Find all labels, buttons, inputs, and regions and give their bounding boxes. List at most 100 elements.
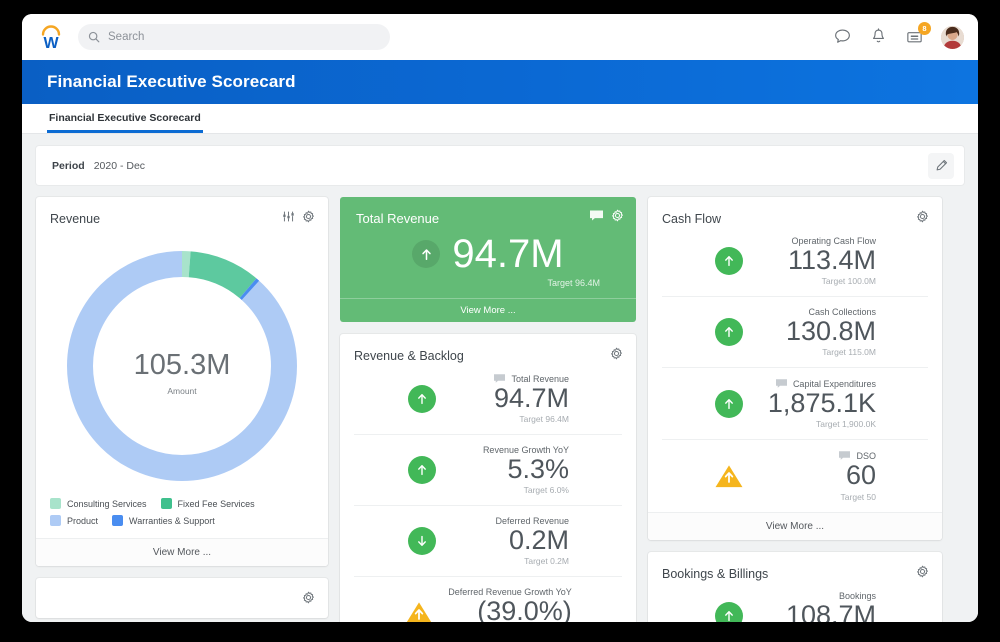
total-revenue-target: Target 96.4M bbox=[340, 278, 636, 298]
search-icon bbox=[88, 31, 100, 43]
kpi-text: Operating Cash Flow 113.4M Target 100.0M bbox=[758, 236, 876, 286]
donut-center-value: 105.3M bbox=[134, 349, 231, 381]
kpi-target: Target 115.0M bbox=[758, 347, 876, 357]
bookings-kpi-list: Bookings 108.7M Target 100.0M Cash % of … bbox=[648, 587, 942, 622]
sliders-icon[interactable] bbox=[282, 210, 295, 228]
total-revenue-header: Total Revenue bbox=[340, 197, 636, 227]
gear-icon[interactable] bbox=[916, 565, 929, 583]
warning-icon bbox=[404, 598, 434, 622]
dashboard-body: Period 2020 - Dec Revenue bbox=[22, 134, 978, 622]
revenue-backlog-kpi-list: Total Revenue 94.7M Target 96.4M bbox=[340, 369, 636, 622]
kpi-row[interactable]: Cash Collections 130.8M Target 115.0M bbox=[662, 296, 928, 367]
kpi-target: Target 6.0% bbox=[451, 485, 569, 495]
revenue-card-actions bbox=[282, 210, 315, 228]
chat-icon[interactable] bbox=[833, 27, 853, 47]
kpi-row[interactable]: Revenue Growth YoY 5.3% Target 6.0% bbox=[354, 434, 622, 505]
tab-bar: Financial Executive Scorecard bbox=[22, 104, 978, 134]
next-card-header bbox=[36, 578, 328, 613]
search-placeholder: Search bbox=[108, 31, 144, 43]
kpi-target: Target 100.0M bbox=[758, 276, 876, 286]
cash-flow-kpi-list: Operating Cash Flow 113.4M Target 100.0M bbox=[648, 232, 942, 512]
kpi-row[interactable]: Deferred Revenue 0.2M Target 0.2M bbox=[354, 505, 622, 576]
legend-item[interactable]: Warranties & Support bbox=[112, 515, 215, 526]
kpi-label: Capital Expenditures bbox=[793, 379, 876, 389]
kpi-label: Total Revenue bbox=[511, 374, 569, 384]
kpi-value: 60 bbox=[846, 460, 876, 490]
kpi-target: Target 50 bbox=[758, 492, 876, 502]
legend-item[interactable]: Fixed Fee Services bbox=[161, 498, 255, 509]
legend-label: Product bbox=[67, 516, 98, 526]
column-left: Revenue bbox=[36, 197, 328, 618]
warning-icon bbox=[714, 461, 744, 491]
kpi-row[interactable]: Total Revenue 94.7M Target 96.4M bbox=[354, 369, 622, 434]
legend-label: Consulting Services bbox=[67, 499, 147, 509]
gear-icon[interactable] bbox=[302, 591, 315, 609]
search-input[interactable]: Search bbox=[78, 24, 390, 50]
kpi-text: Cash Collections 130.8M Target 115.0M bbox=[758, 307, 876, 357]
kpi-target: Target 0.2M bbox=[451, 556, 569, 566]
revenue-card: Revenue bbox=[36, 197, 328, 566]
kpi-row[interactable]: Bookings 108.7M Target 100.0M bbox=[662, 587, 928, 622]
legend-swatch bbox=[50, 498, 61, 509]
inbox-icon[interactable]: 8 bbox=[905, 27, 925, 47]
revenue-card-title: Revenue bbox=[50, 212, 100, 226]
trend-up-icon bbox=[412, 240, 440, 268]
legend-item[interactable]: Product bbox=[50, 515, 98, 526]
cash-flow-card: Cash Flow bbox=[648, 197, 942, 540]
kpi-row[interactable]: Deferred Revenue Growth YoY (39.0%) Targ… bbox=[354, 576, 622, 622]
tab-financial-executive-scorecard[interactable]: Financial Executive Scorecard bbox=[47, 112, 203, 133]
kpi-row[interactable]: Capital Expenditures 1,875.1K Target 1,9… bbox=[662, 367, 928, 439]
trend-up-icon bbox=[407, 384, 437, 414]
cash-flow-header: Cash Flow bbox=[648, 197, 942, 232]
svg-text:W: W bbox=[43, 35, 59, 50]
kpi-value: 108.7M bbox=[786, 600, 876, 622]
kpi-text: DSO 60 Target 50 bbox=[758, 450, 876, 501]
column-middle: Total Revenue bbox=[340, 197, 636, 622]
gear-icon[interactable] bbox=[610, 347, 623, 365]
bookings-billings-card: Bookings & Billings bbox=[648, 552, 942, 622]
gear-icon[interactable] bbox=[302, 210, 315, 228]
kpi-value: (39.0%) bbox=[477, 596, 572, 622]
cash-flow-view-more[interactable]: View More ... bbox=[648, 512, 942, 540]
page-banner: Financial Executive Scorecard bbox=[22, 60, 978, 104]
edit-button[interactable] bbox=[928, 153, 954, 179]
kpi-value: 113.4M bbox=[788, 245, 876, 275]
trend-down-icon bbox=[407, 526, 437, 556]
revenue-view-more[interactable]: View More ... bbox=[36, 538, 328, 566]
kpi-text: Revenue Growth YoY 5.3% Target 6.0% bbox=[451, 445, 569, 495]
total-revenue-kpi: 94.7M bbox=[340, 227, 636, 276]
revenue-legend: Consulting Services Fixed Fee Services P… bbox=[36, 494, 328, 538]
total-revenue-card: Total Revenue bbox=[340, 197, 636, 322]
legend-item[interactable]: Consulting Services bbox=[50, 498, 147, 509]
legend-swatch bbox=[112, 515, 123, 526]
trend-up-icon bbox=[714, 389, 744, 419]
card-grid: Revenue bbox=[36, 197, 964, 622]
comment-icon[interactable] bbox=[589, 209, 604, 227]
revenue-donut-chart: 105.3M Amount bbox=[36, 232, 328, 494]
column-right: Cash Flow bbox=[648, 197, 942, 622]
period-value: 2020 - Dec bbox=[94, 160, 145, 172]
revenue-backlog-title: Revenue & Backlog bbox=[354, 349, 464, 363]
trend-up-icon bbox=[407, 455, 437, 485]
inbox-badge-count: 8 bbox=[918, 22, 931, 35]
kpi-value: 5.3% bbox=[507, 454, 569, 484]
kpi-text: Bookings 108.7M Target 100.0M bbox=[758, 591, 876, 622]
trend-up-icon bbox=[714, 601, 744, 622]
page-title: Financial Executive Scorecard bbox=[47, 72, 296, 92]
total-revenue-actions bbox=[589, 209, 624, 227]
next-card-partial bbox=[36, 578, 328, 618]
kpi-target: Target 96.4M bbox=[451, 414, 569, 424]
bell-icon[interactable] bbox=[869, 27, 889, 47]
kpi-text: Deferred Revenue 0.2M Target 0.2M bbox=[451, 516, 569, 566]
trend-up-icon bbox=[714, 246, 744, 276]
kpi-row[interactable]: Operating Cash Flow 113.4M Target 100.0M bbox=[662, 232, 928, 296]
period-bar: Period 2020 - Dec bbox=[36, 146, 964, 185]
workday-logo[interactable]: W bbox=[34, 20, 68, 54]
avatar[interactable] bbox=[941, 26, 964, 49]
gear-icon[interactable] bbox=[916, 210, 929, 228]
bookings-billings-header: Bookings & Billings bbox=[648, 552, 942, 587]
kpi-row[interactable]: DSO 60 Target 50 bbox=[662, 439, 928, 511]
gear-icon[interactable] bbox=[611, 209, 624, 227]
total-revenue-view-more[interactable]: View More ... bbox=[340, 298, 636, 322]
trend-up-icon bbox=[714, 317, 744, 347]
